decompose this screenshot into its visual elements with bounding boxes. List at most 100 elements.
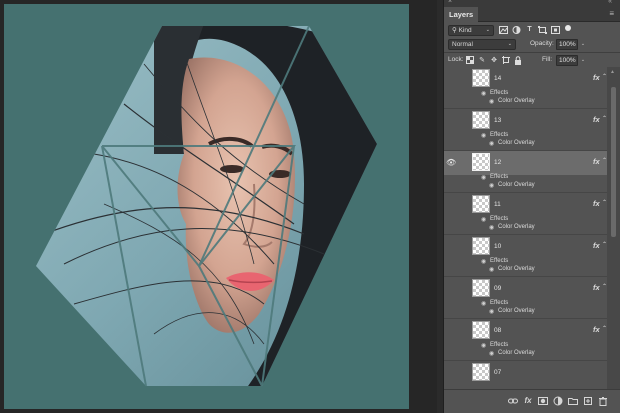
layer-effects-icon[interactable]: fx xyxy=(593,157,600,166)
eye-icon[interactable]: ◉ xyxy=(489,140,494,147)
panel-menu-icon[interactable]: ≡ xyxy=(609,9,614,18)
visibility-toggle[interactable] xyxy=(446,368,456,378)
layer-thumbnail[interactable] xyxy=(472,195,490,213)
lock-artboard-icon[interactable] xyxy=(502,56,510,65)
scroll-up-icon[interactable]: ▲ xyxy=(610,69,615,75)
eye-icon[interactable]: ◉ xyxy=(489,224,494,231)
trash-icon[interactable] xyxy=(598,396,608,406)
eye-icon[interactable]: 👁︎ xyxy=(446,158,456,168)
eye-icon[interactable]: ◉ xyxy=(481,90,486,97)
eye-icon[interactable]: ◉ xyxy=(489,98,494,105)
eye-icon[interactable]: ◉ xyxy=(489,308,494,315)
layer-thumbnail[interactable] xyxy=(472,321,490,339)
effect-row[interactable]: ◉ Color Overlay xyxy=(444,350,607,359)
layer-row-main[interactable]: 09 fx ⌃ xyxy=(444,277,607,301)
pixel-layer-filter-icon[interactable] xyxy=(499,26,508,34)
filter-toggle-icon[interactable] xyxy=(565,25,571,31)
effect-row[interactable]: ◉ Color Overlay xyxy=(444,224,607,233)
layer-row[interactable]: 10 fx ⌃ ◉ Effects ◉ Color Overlay xyxy=(444,235,607,277)
layer-thumbnail[interactable] xyxy=(472,111,490,129)
add-layer-style-icon[interactable]: fx xyxy=(523,396,533,406)
layer-row[interactable]: 09 fx ⌃ ◉ Effects ◉ Color Overlay xyxy=(444,277,607,319)
eye-icon[interactable]: ◉ xyxy=(489,266,494,273)
layer-row-main[interactable]: 07 xyxy=(444,361,607,385)
layer-name[interactable]: 08 xyxy=(494,327,501,334)
layer-thumbnail[interactable] xyxy=(472,363,490,381)
panel-close-icon[interactable]: × xyxy=(448,0,452,5)
new-layer-icon[interactable] xyxy=(583,396,593,406)
lock-all-icon[interactable] xyxy=(514,56,522,65)
link-layers-icon[interactable] xyxy=(508,396,518,406)
layer-row-main[interactable]: 👁︎ 12 fx ⌃ xyxy=(444,151,607,175)
kind-filter-select[interactable]: ⚲ Kind ⌄ xyxy=(448,25,494,36)
opacity-dropdown-icon[interactable]: ⌄ xyxy=(579,39,587,50)
layer-thumbnail[interactable] xyxy=(472,279,490,297)
layer-row[interactable]: 13 fx ⌃ ◉ Effects ◉ Color Overlay xyxy=(444,109,607,151)
layer-effects-icon[interactable]: fx xyxy=(593,241,600,250)
layer-name[interactable]: 12 xyxy=(494,159,501,166)
document-canvas[interactable] xyxy=(4,4,409,409)
opacity-input[interactable]: 100% xyxy=(556,39,578,50)
layer-name[interactable]: 07 xyxy=(494,369,501,376)
blend-mode-select[interactable]: Normal ⌄ xyxy=(448,39,516,50)
layer-thumbnail[interactable] xyxy=(472,237,490,255)
eye-icon[interactable]: ◉ xyxy=(481,300,486,307)
layer-name[interactable]: 14 xyxy=(494,75,501,82)
layers-list[interactable]: 14 fx ⌃ ◉ Effects ◉ Color Overlay 13 fx ⌃ ◉ Effects… xyxy=(444,67,607,389)
lock-image-pixels-icon[interactable]: ✎ xyxy=(478,56,486,65)
lock-transparent-pixels-icon[interactable] xyxy=(466,56,474,65)
layer-row-main[interactable]: 08 fx ⌃ xyxy=(444,319,607,343)
layer-name[interactable]: 11 xyxy=(494,201,501,208)
eye-icon[interactable]: ◉ xyxy=(481,258,486,265)
layer-name[interactable]: 13 xyxy=(494,117,501,124)
layers-scrollbar[interactable]: ▲ xyxy=(607,67,620,389)
layer-effects-icon[interactable]: fx xyxy=(593,73,600,82)
panel-collapse-icon[interactable]: « xyxy=(608,0,612,5)
layer-row-main[interactable]: 13 fx ⌃ xyxy=(444,109,607,133)
effect-row[interactable]: ◉ Color Overlay xyxy=(444,308,607,317)
layer-effects-icon[interactable]: fx xyxy=(593,115,600,124)
eye-icon[interactable]: ◉ xyxy=(481,216,486,223)
fill-dropdown-icon[interactable]: ⌄ xyxy=(579,55,587,66)
visibility-toggle[interactable] xyxy=(446,74,456,84)
layer-row[interactable]: 👁︎ 12 fx ⌃ ◉ Effects ◉ Color Overlay xyxy=(444,151,607,193)
fill-input[interactable]: 100% xyxy=(556,55,578,66)
layer-row-main[interactable]: 14 fx ⌃ xyxy=(444,67,607,91)
add-layer-mask-icon[interactable] xyxy=(538,396,548,406)
visibility-toggle[interactable] xyxy=(446,116,456,126)
layer-thumbnail[interactable] xyxy=(472,69,490,87)
layer-effects-icon[interactable]: fx xyxy=(593,325,600,334)
shape-layer-filter-icon[interactable] xyxy=(538,26,547,34)
effect-row[interactable]: ◉ Color Overlay xyxy=(444,182,607,191)
type-layer-filter-icon[interactable]: T xyxy=(525,26,534,34)
visibility-toggle[interactable] xyxy=(446,200,456,210)
eye-icon[interactable]: ◉ xyxy=(481,342,486,349)
effect-row[interactable]: ◉ Color Overlay xyxy=(444,98,607,107)
visibility-toggle[interactable] xyxy=(446,284,456,294)
lock-position-icon[interactable]: ✥ xyxy=(490,56,498,65)
effect-row[interactable]: ◉ Color Overlay xyxy=(444,140,607,149)
layer-row-main[interactable]: 10 fx ⌃ xyxy=(444,235,607,259)
eye-icon[interactable]: ◉ xyxy=(489,350,494,357)
tab-layers[interactable]: Layers xyxy=(444,7,479,22)
layer-effects-icon[interactable]: fx xyxy=(593,199,600,208)
layer-name[interactable]: 09 xyxy=(494,285,501,292)
layer-thumbnail[interactable] xyxy=(472,153,490,171)
visibility-toggle[interactable] xyxy=(446,326,456,336)
layer-row[interactable]: 07 xyxy=(444,361,607,389)
effect-row[interactable]: ◉ Color Overlay xyxy=(444,266,607,275)
eye-icon[interactable]: ◉ xyxy=(481,132,486,139)
adjustment-layer-filter-icon[interactable] xyxy=(512,26,521,34)
visibility-toggle[interactable] xyxy=(446,242,456,252)
new-group-folder-icon[interactable] xyxy=(568,396,578,406)
canvas-area[interactable] xyxy=(0,0,437,413)
layer-row[interactable]: 14 fx ⌃ ◉ Effects ◉ Color Overlay xyxy=(444,67,607,109)
new-adjustment-layer-icon[interactable] xyxy=(553,396,563,406)
layer-row[interactable]: 11 fx ⌃ ◉ Effects ◉ Color Overlay xyxy=(444,193,607,235)
eye-icon[interactable]: ◉ xyxy=(489,182,494,189)
layer-row-main[interactable]: 11 fx ⌃ xyxy=(444,193,607,217)
eye-icon[interactable]: ◉ xyxy=(481,174,486,181)
scroll-thumb[interactable] xyxy=(611,87,616,237)
layer-row[interactable]: 08 fx ⌃ ◉ Effects ◉ Color Overlay xyxy=(444,319,607,361)
smart-object-filter-icon[interactable] xyxy=(551,26,560,34)
